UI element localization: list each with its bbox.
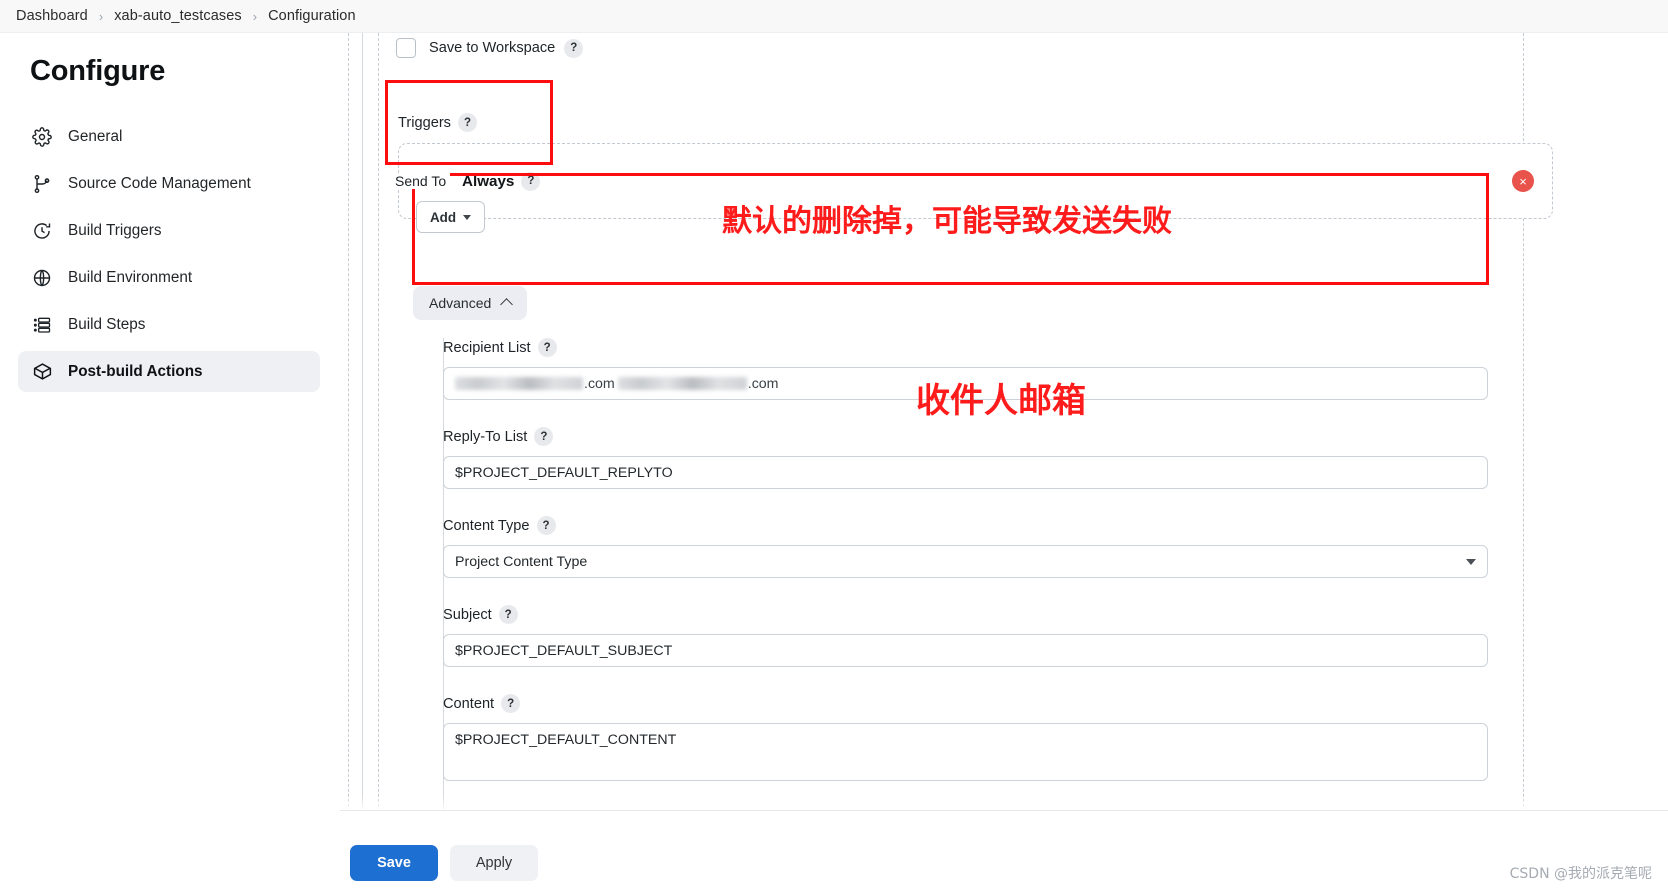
subject-label: Subject [443,606,492,623]
content-type-select[interactable]: Project Content Type [443,545,1488,578]
list-icon [31,314,53,336]
sidebar-item-label: Source Code Management [68,174,251,192]
help-icon[interactable]: ? [521,171,541,191]
layout-guide [378,33,379,892]
sidebar-item-post-build-actions[interactable]: Post-build Actions [18,351,320,392]
advanced-toggle-button[interactable]: Advanced [413,286,528,320]
apply-button[interactable]: Apply [450,845,538,881]
content-type-value: Project Content Type [455,553,588,570]
branch-icon [31,173,53,195]
chevron-down-icon [463,214,472,220]
redacted-block [455,377,583,390]
breadcrumb: Dashboard › xab-auto_testcases › Configu… [0,0,1668,33]
form-action-bar: Save Apply [340,810,1668,892]
field-content-type: Content Type ? Project Content Type [443,516,1603,578]
recipient-suffix-1: .com [584,375,615,392]
globe-icon [31,267,53,289]
sidebar-item-label: General [68,127,123,145]
clock-icon [31,220,53,242]
layout-guide [348,33,349,892]
breadcrumb-item-dashboard[interactable]: Dashboard [16,8,88,24]
help-icon[interactable]: ? [564,38,584,58]
sidebar-item-build-environment[interactable]: Build Environment [18,257,320,298]
add-button[interactable]: Add [416,201,486,233]
help-icon[interactable]: ? [534,427,554,446]
field-label-row: Subject ? [443,605,1603,624]
page-root: Dashboard › xab-auto_testcases › Configu… [0,0,1668,892]
sidebar-item-label: Build Steps [68,315,146,333]
field-content: Content ? $PROJECT_DEFAULT_CONTENT [443,694,1603,781]
breadcrumb-item-configuration[interactable]: Configuration [268,8,356,24]
chevron-up-icon [500,298,514,311]
field-label-row: Recipient List ? [443,338,1603,357]
triggers-label-row: Triggers ? [398,113,477,132]
sidebar-item-label: Post-build Actions [68,362,203,380]
sidebar-item-build-steps[interactable]: Build Steps [18,304,320,345]
recipient-list-label: Recipient List [443,339,531,356]
redacted-block [617,377,747,390]
watermark: CSDN @我的派克笔呢 [1509,866,1652,882]
layout-guide [362,33,363,843]
field-label-row: Reply-To List ? [443,427,1603,446]
content-textarea[interactable]: $PROJECT_DEFAULT_CONTENT [443,723,1488,781]
annotation-delete-default: 默认的删除掉，可能导致发送失败 [722,204,1172,239]
recipient-suffix-2: .com [747,375,779,392]
reply-to-list-input[interactable]: $PROJECT_DEFAULT_REPLYTO [443,456,1488,489]
sidebar: Configure General Source Code Management [0,33,340,892]
chevron-down-icon [1466,558,1476,565]
field-reply-to-list: Reply-To List ? $PROJECT_DEFAULT_REPLYTO [443,427,1603,489]
field-label-row: Content Type ? [443,516,1603,535]
save-to-workspace-label: Save to Workspace [429,40,556,56]
page-title: Configure [30,55,166,87]
field-subject: Subject ? $PROJECT_DEFAULT_SUBJECT [443,605,1603,667]
breadcrumb-item-job[interactable]: xab-auto_testcases [114,8,242,24]
package-icon [31,361,53,383]
help-icon[interactable]: ? [457,113,477,132]
trigger-always-label: Always ? [462,171,541,191]
send-to-label: Send To [391,173,451,189]
subject-input[interactable]: $PROJECT_DEFAULT_SUBJECT [443,634,1488,667]
save-to-workspace-row[interactable]: Save to Workspace ? [396,38,584,58]
annotation-recipient-mailbox: 收件人邮箱 [916,381,1086,421]
content-type-label: Content Type [443,517,530,534]
sidebar-item-source-code-management[interactable]: Source Code Management [18,163,320,204]
triggers-label: Triggers [398,114,451,131]
gear-icon [31,126,53,148]
help-icon[interactable]: ? [501,694,521,713]
content-label: Content [443,695,495,712]
help-icon[interactable]: ? [537,338,557,357]
sidebar-item-general[interactable]: General [18,116,320,157]
reply-to-list-label: Reply-To List [443,428,528,445]
save-button[interactable]: Save [350,845,438,881]
help-icon[interactable]: ? [536,516,556,535]
save-to-workspace-checkbox[interactable] [396,38,416,58]
main-form-panel: Save to Workspace ? Triggers ? Always ? … [340,33,1668,892]
breadcrumb-separator: › [252,8,258,24]
add-button-label: Add [430,209,457,225]
sidebar-item-label: Build Triggers [68,221,162,239]
field-label-row: Content ? [443,694,1603,713]
help-icon[interactable]: ? [498,605,518,624]
advanced-label: Advanced [429,295,492,311]
breadcrumb-separator: › [98,8,104,24]
sidebar-item-build-triggers[interactable]: Build Triggers [18,210,320,251]
close-icon[interactable]: × [1512,170,1534,192]
redacted-email-values: .com .com [455,376,779,392]
sidebar-item-label: Build Environment [68,268,193,286]
